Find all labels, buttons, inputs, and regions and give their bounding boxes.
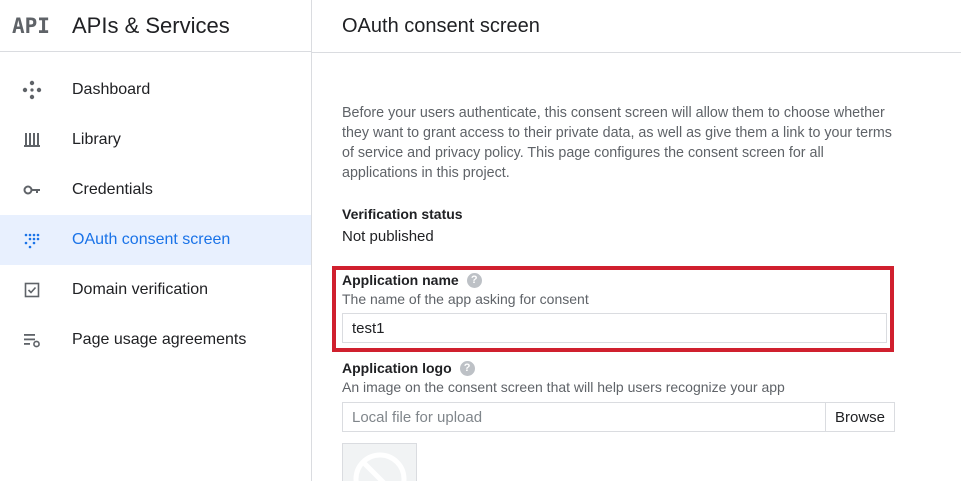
sidebar: API APIs & Services Dashboard Library Cr…: [0, 0, 312, 481]
sidebar-item-label: Domain verification: [72, 281, 209, 298]
checkbox-icon: [22, 280, 42, 300]
verification-status-label: Verification status: [342, 206, 463, 222]
sidebar-nav: Dashboard Library Credentials OAuth cons…: [0, 52, 311, 365]
api-logo: API: [12, 13, 50, 38]
application-logo-description: An image on the consent screen that will…: [342, 379, 785, 395]
product-title: APIs & Services: [72, 12, 230, 38]
intro-text: Before your users authenticate, this con…: [342, 105, 892, 181]
browse-button[interactable]: Browse: [825, 402, 895, 432]
library-icon: [22, 130, 42, 150]
sidebar-item-label: OAuth consent screen: [72, 231, 231, 248]
settings-list-icon: [22, 330, 42, 350]
application-name-input[interactable]: test1: [342, 313, 887, 343]
help-icon[interactable]: ?: [459, 360, 475, 376]
consent-content: Before your users authenticate, this con…: [342, 103, 902, 245]
sidebar-item-page-usage-agreements[interactable]: Page usage agreements: [0, 315, 311, 365]
sidebar-item-dashboard[interactable]: Dashboard: [0, 65, 311, 115]
verification-status-value: Not published: [342, 228, 434, 245]
oauth-icon: [22, 230, 42, 250]
help-icon[interactable]: ?: [466, 272, 482, 288]
sidebar-item-label: Library: [72, 131, 121, 148]
no-image-icon: [353, 452, 407, 481]
application-logo-section: Application logo ? An image on the conse…: [342, 360, 902, 432]
sidebar-item-label: Dashboard: [72, 81, 151, 98]
sidebar-item-label: Credentials: [72, 181, 153, 198]
file-upload-row: Local file for upload Browse: [342, 402, 895, 432]
sidebar-item-domain-verification[interactable]: Domain verification: [0, 265, 311, 315]
sidebar-item-label: Page usage agreements: [72, 331, 247, 348]
application-name-description: The name of the app asking for consent: [342, 291, 589, 307]
application-logo-label: Application logo: [342, 360, 452, 376]
sidebar-item-credentials[interactable]: Credentials: [0, 165, 311, 215]
application-name-label-row: Application name ?: [342, 272, 890, 288]
application-name-label: Application name: [342, 272, 459, 288]
file-upload-input[interactable]: Local file for upload: [342, 402, 825, 432]
dashboard-icon: [22, 80, 42, 100]
key-icon: [22, 180, 42, 200]
page-title: OAuth consent screen: [342, 14, 540, 37]
application-logo-label-row: Application logo ?: [342, 360, 902, 376]
page-header: OAuth consent screen: [312, 0, 961, 53]
application-name-section: Application name ? The name of the app a…: [332, 266, 894, 352]
sidebar-item-oauth-consent-screen[interactable]: OAuth consent screen: [0, 215, 311, 265]
brand-header: API APIs & Services: [0, 0, 311, 52]
logo-placeholder-image: [342, 443, 417, 481]
sidebar-item-library[interactable]: Library: [0, 115, 311, 165]
